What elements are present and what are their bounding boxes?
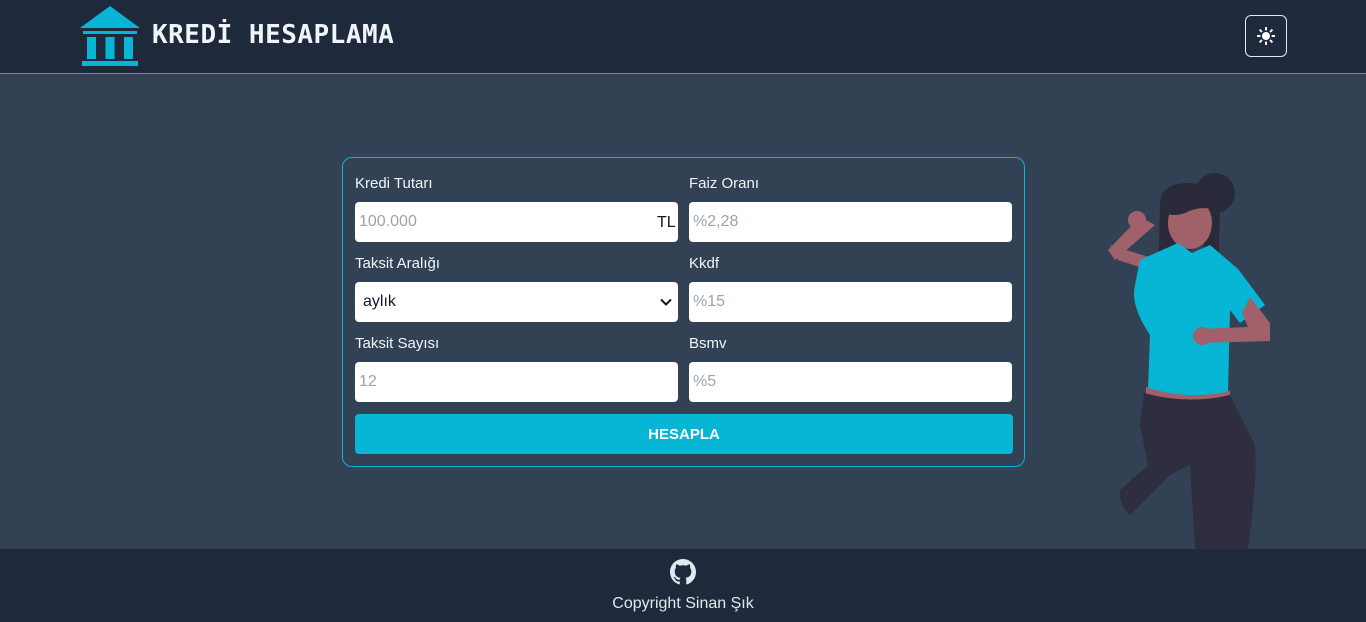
interest-rate-input[interactable] [689, 202, 1012, 242]
interest-rate-label: Faiz Oranı [689, 175, 760, 192]
loan-amount-label: Kredi Tutarı [355, 175, 433, 192]
woman-illustration [1108, 173, 1270, 549]
kkdf-input[interactable] [689, 282, 1012, 322]
loan-form-card: Kredi Tutarı TL Faiz Oranı Taksit Aralığ… [342, 157, 1025, 467]
github-icon[interactable] [670, 559, 696, 585]
sun-icon [1257, 27, 1275, 45]
copyright-text: Copyright Sinan Şık [612, 595, 754, 612]
installment-count-label: Taksit Sayısı [355, 335, 440, 352]
bsmv-input[interactable] [689, 362, 1012, 402]
installment-interval-label: Taksit Aralığı [355, 255, 441, 272]
bsmv-label: Bsmv [689, 335, 727, 352]
loan-amount-input[interactable] [355, 202, 678, 242]
footer: Copyright Sinan Şık [0, 549, 1366, 622]
bank-icon [80, 6, 140, 66]
chevron-down-icon [660, 298, 672, 306]
installment-interval-select[interactable]: aylık [355, 282, 678, 322]
app-title: KREDİ HESAPLAMA [152, 20, 395, 50]
calculate-button[interactable]: HESAPLA [355, 414, 1013, 454]
theme-toggle-button[interactable] [1245, 15, 1287, 57]
kkdf-label: Kkdf [689, 255, 720, 272]
header-bar: KREDİ HESAPLAMA [0, 0, 1366, 74]
installment-count-input[interactable] [355, 362, 678, 402]
currency-suffix: TL [657, 214, 676, 231]
installment-interval-value: aylık [363, 293, 396, 310]
